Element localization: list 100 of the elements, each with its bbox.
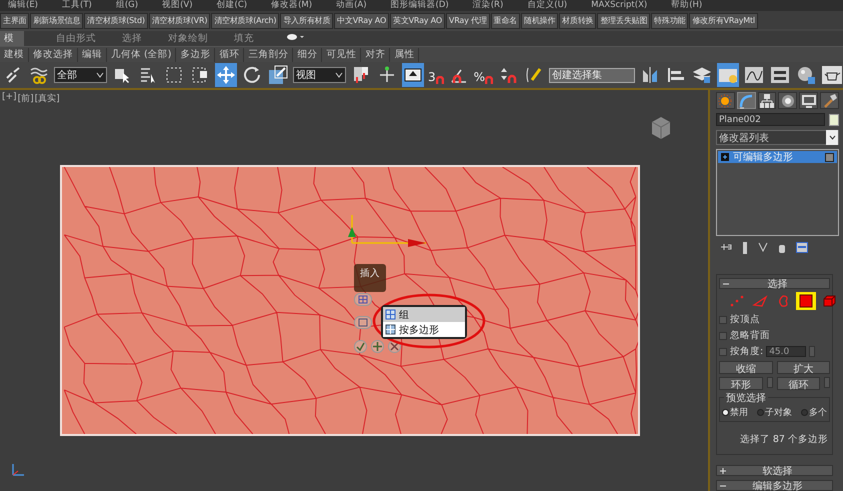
wave-icon [29, 66, 49, 84]
toolbar-button[interactable]: 特殊功能 [651, 12, 688, 28]
minus-icon [723, 280, 729, 286]
checkbox[interactable] [719, 348, 727, 356]
named-selection-field[interactable]: 创建选择集 [548, 68, 635, 82]
element-icon [821, 294, 837, 308]
checkbox[interactable] [719, 332, 727, 340]
color-swatch[interactable] [829, 114, 839, 126]
toolbar-button[interactable]: 导入所有材质 [280, 12, 334, 28]
toolbar-button[interactable]: 中文VRay AO [334, 12, 390, 28]
toolbar-button[interactable] [820, 63, 843, 87]
close-icon [390, 342, 399, 351]
menu-item[interactable]: 帮助(H) [671, 0, 702, 11]
radio-button[interactable] [757, 409, 764, 416]
toolbar-button[interactable] [716, 63, 739, 87]
panel-tab[interactable] [820, 92, 839, 109]
menu-item[interactable]: 按多边形 [383, 322, 465, 337]
radio-button[interactable] [722, 409, 729, 416]
checkbox-label: 忽略背面 [730, 329, 770, 342]
modifier-list-dropdown[interactable]: 修改器列表 [716, 130, 839, 145]
stack-item[interactable]: 可编辑多边形 [718, 151, 837, 163]
toolbar-button[interactable]: 修改所有VRayMtl [689, 12, 758, 28]
caret-icon [334, 72, 343, 78]
menu-item[interactable]: 自定义(U) [527, 0, 568, 11]
angle-field[interactable]: 45.0 [766, 346, 806, 357]
panel-tab[interactable] [778, 92, 798, 109]
checkbox-label: 按角度: [730, 345, 764, 358]
axis-gizmo-icon [10, 462, 26, 478]
hierarchy-icon [759, 92, 776, 108]
toolbar-button[interactable] [214, 63, 237, 87]
toolbar-button[interactable]: 刷新场景信息 [30, 12, 84, 28]
toolbar-button[interactable]: 重命名 [490, 12, 520, 28]
toolbar-button[interactable] [402, 63, 424, 87]
toolbar-button[interactable]: 清空材质球(Arch) [211, 12, 280, 28]
panel-button[interactable]: 循环 [776, 377, 820, 390]
ribbon-tab[interactable]: 对象绘制 [164, 31, 230, 46]
menu-item[interactable]: 图形编辑器(D) [390, 0, 449, 11]
highlight-ellipse-icon [372, 293, 486, 349]
menu-item[interactable]: 组(G) [116, 0, 138, 11]
toolbar-button[interactable]: 清空材质球(Std) [84, 12, 148, 28]
scale-icon [266, 64, 289, 86]
rotate-icon [242, 65, 262, 85]
toolbar-button[interactable]: VRay 代理 [446, 12, 490, 28]
edit-named-selection-icon [524, 66, 543, 84]
toolbar-button[interactable]: 清空材质球(VR) [148, 12, 210, 28]
rollout-header[interactable]: 软选择 [716, 465, 833, 476]
align-icon [666, 66, 685, 84]
viewport-label[interactable]: [+] [2, 92, 17, 105]
curve-icon [738, 92, 754, 108]
window-crossing-icon [190, 66, 209, 84]
panel-tab[interactable] [758, 92, 776, 109]
panel-button[interactable]: 收缩 [719, 361, 772, 374]
group-title: 预览选择 [724, 391, 768, 405]
panel-button[interactable]: 环形 [719, 377, 762, 390]
menu-item[interactable]: 编辑(E) [8, 0, 38, 11]
grid-icon [358, 295, 368, 304]
dropdown[interactable]: 全部 [54, 67, 107, 83]
menu-item[interactable]: MAXScript(X) [591, 0, 648, 11]
expand-icon [721, 153, 729, 161]
radio-button[interactable] [801, 409, 808, 416]
rollout-header[interactable]: 选择 [719, 278, 830, 289]
viewport-label[interactable]: [真实] [34, 92, 60, 105]
menu-item[interactable]: 创建(C) [216, 0, 248, 11]
menu-item[interactable]: 渲染(R) [472, 0, 504, 11]
menu-item[interactable]: 动画(A) [336, 0, 367, 11]
curve-editor-icon [744, 66, 764, 84]
radio-label: 多个 [809, 406, 827, 419]
ribbon-tab[interactable]: 填充 [230, 31, 276, 46]
polygon-icon [798, 294, 814, 308]
caddy-button[interactable] [354, 293, 372, 306]
ribbon-tab[interactable]: 自由形式 [52, 31, 118, 46]
toolbar-button[interactable]: 整理丢失贴图 [597, 12, 650, 28]
menu-item[interactable]: 视图(V) [162, 0, 193, 11]
toolbar-button[interactable]: 随机操作 [520, 12, 558, 28]
toolbar-button[interactable]: 英文VRay AO [390, 12, 445, 28]
toolbar-button[interactable]: 主界面 [0, 12, 30, 28]
menu-item[interactable]: 修改器(M) [271, 0, 312, 11]
checkbox[interactable] [719, 316, 727, 324]
toolbar-button[interactable] [266, 63, 289, 87]
minus-icon [720, 482, 726, 488]
menu-item[interactable]: 组 [383, 307, 465, 322]
keyboard-shortcut-icon [402, 66, 423, 84]
object-name-field[interactable]: Plane002 [716, 113, 825, 126]
ribbon-tab[interactable]: 模 [0, 31, 24, 46]
caddy-button[interactable] [354, 316, 372, 329]
panel-tab[interactable] [799, 92, 818, 109]
panel-button[interactable]: 扩大 [776, 361, 830, 374]
move-gizmo-icon [346, 215, 427, 248]
menu-item[interactable]: 工具(T) [62, 0, 92, 11]
ribbon-tab[interactable]: 选择 [118, 31, 164, 46]
subobject-button[interactable] [796, 292, 816, 310]
dropdown[interactable]: 视图 [292, 67, 346, 83]
disc-icon [780, 92, 796, 108]
hammer-icon [822, 92, 838, 108]
viewport[interactable]: [+][前][真实] 插入 组 按多边形 [0, 90, 710, 491]
rollout-header[interactable]: 编辑多边形 [716, 480, 833, 491]
viewport-label[interactable]: [前] [18, 92, 34, 105]
panel-tab[interactable] [716, 92, 735, 109]
rectangle-selection-icon [164, 66, 183, 84]
toolbar-button[interactable]: 材质转换 [559, 12, 596, 28]
